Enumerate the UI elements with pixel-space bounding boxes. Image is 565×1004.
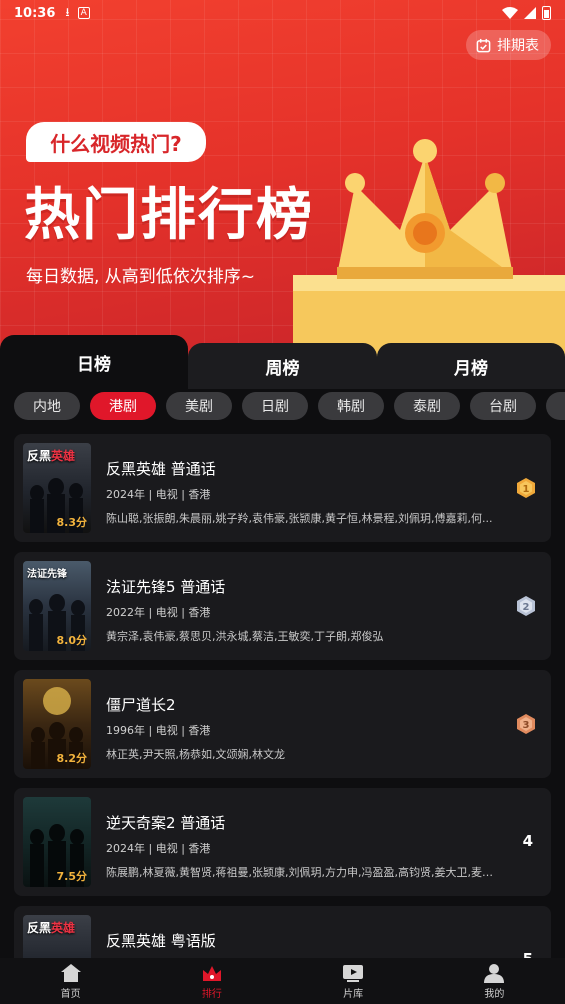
list-item[interactable]: 反黑英雄 反黑英雄 粤语版 5 (14, 906, 551, 958)
hero-title: 热门排行榜 (24, 183, 314, 248)
nav-library[interactable]: 片库 (283, 958, 424, 1004)
calendar-icon (476, 38, 491, 52)
item-meta: 2022年 | 电视 | 香港 (106, 606, 211, 619)
rank-number: 1 (523, 484, 530, 495)
chip-us-drama[interactable]: 美剧 (166, 392, 232, 420)
user-icon (484, 963, 505, 983)
item-title: 反黑英雄 粤语版 (106, 932, 216, 950)
rank-number: 2 (523, 602, 530, 613)
nav-profile[interactable]: 我的 (424, 958, 565, 1004)
item-cast: 黄宗泽,袁伟豪,蔡思贝,洪永城,蔡洁,王敏奕,丁子朗,郑俊弘 (106, 630, 384, 643)
item-cast: 陈山聪,张振朗,朱晨丽,姚子羚,袁伟豪,张颕康,黄子恒,林景程,刘佩玥,傅嘉莉,… (106, 512, 493, 525)
hero-banner: 10:36 ⭳ A 排期表 什么视频热门? 热门排行榜 每日数据, 从高到低依次… (0, 0, 565, 360)
poster-score: 7.5分 (56, 870, 88, 883)
tab-daily[interactable]: 日榜 (0, 335, 188, 389)
hero-question: 什么视频热门? (26, 122, 206, 162)
chip-hk-drama[interactable]: 港剧 (90, 392, 156, 420)
nav-label: 我的 (484, 988, 505, 1000)
chip-kr-drama[interactable]: 韩剧 (318, 392, 384, 420)
nav-home[interactable]: 首页 (0, 958, 141, 1004)
nav-ranking[interactable]: 排行 (141, 958, 282, 1004)
hero-subtitle: 每日数据, 从高到低依次排序~ (26, 267, 256, 287)
chip-jp-drama[interactable]: 日剧 (242, 392, 308, 420)
play-library-icon (343, 964, 364, 982)
chip-tw-drama[interactable]: 台剧 (470, 392, 536, 420)
poster-score: 8.3分 (56, 516, 88, 529)
poster-caption: 反黑英雄 (27, 921, 76, 935)
list-item[interactable]: 法证先锋 8.0分 法证先锋5 普通话 2022年 | 电视 | 香港 黄宗泽,… (14, 552, 551, 660)
poster-image: 反黑英雄 8.3分 (23, 443, 91, 533)
gold-medal-icon: 1 (517, 478, 535, 498)
item-title: 反黑英雄 普通话 (106, 460, 216, 478)
signal-icon (524, 7, 536, 19)
list-item[interactable]: 8.2分 僵尸道长2 1996年 | 电视 | 香港 林正英,尹天照,杨恭如,文… (14, 670, 551, 778)
chip-th-drama[interactable]: 泰剧 (394, 392, 460, 420)
schedule-label: 排期表 (497, 38, 539, 54)
rank-number: 4 (522, 832, 533, 850)
crown-icon (202, 965, 221, 981)
item-meta: 2024年 | 电视 | 香港 (106, 488, 211, 501)
ranking-list: 反黑英雄 8.3分 反黑英雄 普通话 2024年 | 电视 | 香港 陈山聪,张… (14, 434, 551, 958)
item-title: 法证先锋5 普通话 (106, 578, 226, 596)
ranking-tabs: 日榜 周榜 月榜 (0, 335, 565, 389)
nav-label: 片库 (343, 988, 364, 1000)
rank-number: 5 (523, 950, 533, 958)
tab-weekly[interactable]: 周榜 (188, 343, 377, 389)
item-meta: 1996年 | 电视 | 香港 (106, 724, 211, 737)
poster-image: 7.5分 (23, 797, 91, 887)
home-icon (60, 963, 81, 982)
item-meta: 2024年 | 电视 | 香港 (106, 842, 211, 855)
nav-label: 排行 (201, 988, 222, 1000)
bottom-nav: 首页 排行 片库 我的 (0, 958, 565, 1004)
list-item[interactable]: 反黑英雄 8.3分 反黑英雄 普通话 2024年 | 电视 | 香港 陈山聪,张… (14, 434, 551, 542)
status-right (502, 6, 551, 20)
app-notification-icon: A (77, 7, 90, 19)
crown-illustration (293, 139, 565, 360)
silver-medal-icon: 2 (517, 596, 535, 616)
status-bar: 10:36 ⭳ A (0, 0, 565, 26)
tab-monthly[interactable]: 月榜 (377, 343, 565, 389)
chip-more[interactable] (546, 392, 565, 420)
download-icon: ⭳ (65, 4, 70, 19)
list-item[interactable]: 7.5分 逆天奇案2 普通话 2024年 | 电视 | 香港 陈展鹏,林夏薇,黄… (14, 788, 551, 896)
item-cast: 林正英,尹天照,杨恭如,文颂娴,林文龙 (106, 748, 285, 761)
status-time: 10:36 (14, 5, 56, 21)
item-cast: 陈展鹏,林夏薇,黄智贤,蒋祖曼,张颕康,刘佩玥,方力申,冯盈盈,高钧贤,姜大卫,… (106, 866, 498, 879)
item-title: 僵尸道长2 (106, 696, 176, 714)
item-title: 逆天奇案2 普通话 (106, 814, 226, 832)
poster-score: 8.0分 (56, 634, 88, 647)
chip-mainland[interactable]: 内地 (14, 392, 80, 420)
bronze-medal-icon: 3 (517, 714, 535, 734)
nav-label: 首页 (60, 988, 81, 1000)
poster-score: 8.2分 (56, 752, 88, 765)
poster-image: 反黑英雄 (23, 915, 91, 958)
rank-number: 3 (523, 720, 530, 731)
wifi-icon (502, 7, 518, 19)
battery-icon (542, 6, 551, 20)
poster-image: 法证先锋 8.0分 (23, 561, 91, 651)
schedule-button[interactable]: 排期表 (466, 30, 551, 60)
poster-image: 8.2分 (23, 679, 91, 769)
category-filter: 内地 港剧 美剧 日剧 韩剧 泰剧 台剧 (14, 392, 565, 420)
